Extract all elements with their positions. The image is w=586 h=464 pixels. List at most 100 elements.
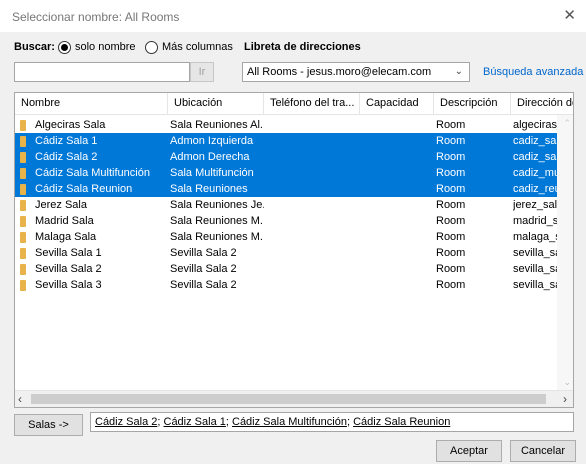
cell-email: malaga_sala [513,231,558,243]
table-row[interactable]: Sevilla Sala 2 Sevilla Sala 2 Room sevilla_… [15,261,558,277]
scroll-thumb[interactable] [31,394,546,404]
scroll-left-icon[interactable]: ‹ [18,392,22,406]
advanced-search-link[interactable]: Búsqueda avanzada [483,66,583,78]
cell-location: Sala Reuniones Je... [170,199,264,211]
cell-description: Room [436,167,466,179]
radio-solo-nombre-label[interactable]: solo nombre [75,41,136,53]
table-row[interactable]: Sevilla Sala 1 Sevilla Sala 2 Room sevilla_… [15,245,558,261]
cell-capacity [362,133,434,149]
cell-capacity [362,245,434,261]
selected-room-link[interactable]: Cádiz Sala Multifunción [232,416,347,428]
title-bar: Seleccionar nombre: All Rooms ✕ [0,0,586,32]
cell-phone [266,213,360,229]
search-options: Buscar: solo nombre Más columnas Libreta… [14,40,574,56]
scroll-right-icon[interactable]: › [563,392,567,406]
cell-name: Cádiz Sala 2 [35,151,98,163]
table-row[interactable]: Cádiz Sala 1 Admon Izquierda Room cadiz_sal… [15,133,558,149]
rooms-list[interactable]: Nombre Ubicación Teléfono del tra... Cap… [14,92,574,408]
selected-room-link[interactable]: Cádiz Sala 2 [95,416,157,428]
column-header-name[interactable]: Nombre [15,93,168,115]
cell-phone [266,117,360,133]
column-header-phone[interactable]: Teléfono del tra... [264,93,360,115]
room-icon [20,216,26,227]
cell-description: Room [436,279,466,291]
cell-capacity [362,229,434,245]
cell-location: Sevilla Sala 2 [170,247,237,259]
table-row[interactable]: Madrid Sala Sala Reuniones M... Room madrid… [15,213,558,229]
cell-capacity [362,197,434,213]
cell-name: Malaga Sala [35,231,97,243]
table-row[interactable]: Sevilla Sala 3 Sevilla Sala 2 Room sevilla_… [15,277,558,293]
cell-capacity [362,261,434,277]
salas-button[interactable]: Salas -> [14,414,83,436]
cell-email: sevilla_sala2 [513,263,558,275]
cell-location: Sala Multifunción [170,167,254,179]
cell-email: cadiz_sala2 [513,151,558,163]
cell-location: Admon Derecha [170,151,250,163]
cell-name: Cádiz Sala Reunion [35,183,133,195]
address-book-select[interactable]: All Rooms - jesus.moro@elecam.com ⌄ [242,62,470,82]
cell-description: Room [436,247,466,259]
table-row[interactable]: Algeciras Sala Sala Reuniones Al... Room al… [15,117,558,133]
table-row[interactable]: Cádiz Sala Reunion Sala Reuniones Room cadi… [15,181,558,197]
table-row[interactable]: Jerez Sala Sala Reuniones Je... Room jerez_… [15,197,558,213]
cell-phone [266,277,360,293]
cell-location: Sevilla Sala 2 [170,263,237,275]
selected-room-link[interactable]: Cádiz Sala 1 [164,416,226,428]
vertical-scrollbar[interactable]: ⌃ ⌄ [557,115,573,391]
radio-mas-columnas-label[interactable]: Más columnas [162,41,233,53]
table-row[interactable]: Cádiz Sala 2 Admon Derecha Room cadiz_sala2 [15,149,558,165]
room-icon [20,232,26,243]
cell-email: cadiz_reuni [513,183,558,195]
buscar-label: Buscar: [14,41,55,53]
cell-capacity [362,117,434,133]
cell-phone [266,149,360,165]
close-icon[interactable]: ✕ [563,6,576,24]
cell-email: algeciras_sa [513,119,558,131]
column-header-capacity[interactable]: Capacidad [360,93,434,115]
scroll-up-icon[interactable]: ⌃ [563,118,571,129]
window-title: Seleccionar nombre: All Rooms [12,10,180,24]
column-header-email[interactable]: Dirección de c [511,93,573,115]
column-header-location[interactable]: Ubicación [168,93,264,115]
search-input[interactable] [14,62,190,82]
table-row[interactable]: Malaga Sala Sala Reuniones M... Room malaga… [15,229,558,245]
cell-email: jerez_sala@ [513,199,558,211]
room-icon [20,200,26,211]
cell-capacity [362,149,434,165]
accept-button[interactable]: Aceptar [436,440,502,462]
cell-name: Sevilla Sala 2 [35,263,102,275]
cell-description: Room [436,263,466,275]
radio-mas-columnas[interactable] [145,41,158,54]
go-button[interactable]: Ir [190,62,214,82]
list-header: Nombre Ubicación Teléfono del tra... Cap… [15,93,573,115]
cell-capacity [362,181,434,197]
cell-location: Sala Reuniones M... [170,231,264,243]
cell-description: Room [436,215,466,227]
table-row[interactable]: Cádiz Sala Multifunción Sala Multifunción… [15,165,558,181]
radio-solo-nombre[interactable] [58,41,71,54]
cell-phone [266,261,360,277]
cell-description: Room [436,135,466,147]
room-icon [20,168,26,179]
cell-phone [266,229,360,245]
scroll-down-icon[interactable]: ⌄ [563,377,571,388]
cell-description: Room [436,199,466,211]
cell-phone [266,245,360,261]
cell-email: sevilla_sala3 [513,279,558,291]
cancel-button[interactable]: Cancelar [510,440,576,462]
cell-email: madrid_sala [513,215,558,227]
cell-name: Jerez Sala [35,199,87,211]
address-book-value: All Rooms - jesus.moro@elecam.com [247,66,432,78]
cell-name: Cádiz Sala 1 [35,135,98,147]
selected-room-link[interactable]: Cádiz Sala Reunion [353,416,450,428]
cell-email: cadiz_sala1 [513,135,558,147]
cell-phone [266,197,360,213]
address-book-label: Libreta de direcciones [244,41,361,53]
column-header-description[interactable]: Descripción [434,93,511,115]
room-icon [20,248,26,259]
horizontal-scrollbar[interactable]: ‹ › [15,390,573,407]
cell-description: Room [436,231,466,243]
selected-rooms-field[interactable]: Cádiz Sala 2; Cádiz Sala 1; Cádiz Sala M… [90,412,574,432]
cell-location: Sala Reuniones [170,183,248,195]
